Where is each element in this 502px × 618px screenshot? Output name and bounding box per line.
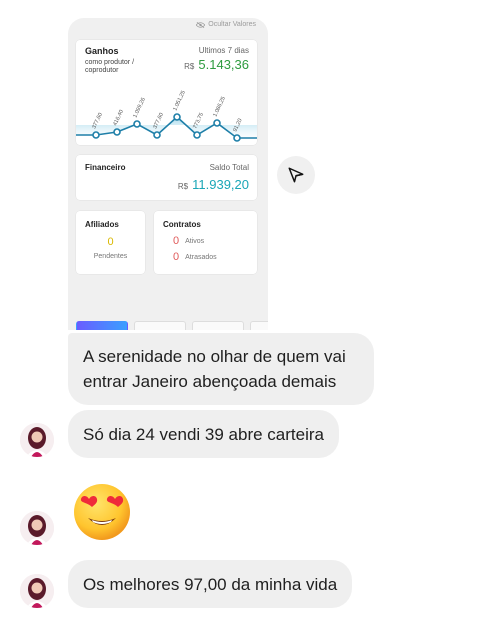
share-button[interactable] [277, 156, 315, 194]
contracts-title: Contratos [163, 220, 201, 229]
chart-point [113, 128, 121, 136]
tab[interactable] [250, 321, 268, 330]
gains-title: Ganhos [85, 46, 119, 56]
tab[interactable] [134, 321, 186, 330]
chart-value-label: 416,40 [112, 109, 125, 127]
avatar[interactable] [20, 574, 54, 608]
financial-currency: R$ [177, 182, 189, 191]
profile-photo [20, 574, 54, 608]
chart-point [133, 120, 141, 128]
affiliates-label: Pendentes [93, 253, 128, 260]
financial-card[interactable]: Financeiro Saldo Total R$ 11.939,20 [76, 155, 257, 200]
avatar[interactable] [20, 423, 54, 457]
bottom-tabs [76, 321, 268, 330]
gains-card[interactable]: Ganhos como produtor / coprodutor Ultimo… [76, 40, 257, 145]
contracts-late-count: 0 [173, 251, 180, 263]
contracts-active-count: 0 [173, 235, 180, 247]
profile-photo [20, 511, 54, 545]
heart-eyes-emoji-icon[interactable] [72, 482, 132, 542]
gains-subtitle: como produtor / coprodutor [85, 59, 135, 74]
shared-dashboard-screenshot[interactable]: Ocultar Valores Ganhos como produtor / c… [68, 18, 268, 330]
avatar[interactable] [20, 511, 54, 545]
financial-title: Financeiro [85, 163, 126, 172]
contracts-active-row: 0 Ativos [173, 235, 204, 247]
affiliates-card[interactable]: Afiliados 0 Pendentes [76, 211, 145, 274]
contracts-active-label: Ativos [185, 237, 205, 245]
affiliates-title: Afiliados [85, 220, 119, 229]
message-bubble[interactable]: Os melhores 97,00 da minha vida [68, 560, 353, 608]
chart-value-label: 1.051,25 [172, 90, 186, 112]
chart-value-label: 1.086,25 [212, 96, 226, 118]
tab[interactable] [192, 321, 244, 330]
gains-sparkline: 377,60 416,40 1.099,26377,601.051,25773,75… [76, 90, 257, 142]
hide-values-label: Ocultar Valores [208, 21, 256, 28]
paper-plane-icon [288, 167, 304, 183]
hide-values-toggle[interactable]: Ocultar Valores [196, 21, 256, 28]
financial-label: Saldo Total [209, 163, 249, 172]
contracts-late-row: 0 Atrasados [173, 251, 217, 263]
chart-value-label: 1.099,26 [132, 97, 146, 119]
contracts-card[interactable]: Contratos 0 Ativos 0 Atrasados [154, 211, 257, 274]
tab-active[interactable] [76, 321, 128, 330]
chart-point [193, 131, 201, 139]
chart-point [173, 113, 181, 121]
message-bubble[interactable]: A serenidade no olhar de quem vai entrar… [68, 333, 374, 405]
profile-photo [20, 423, 54, 457]
chart-point [92, 131, 100, 139]
gains-period: Ultimos 7 dias [198, 46, 249, 55]
gains-amount: R$ 5.143,36 [184, 57, 249, 72]
contracts-late-label: Atrasados [185, 253, 217, 261]
affiliates-count: 0 [107, 236, 114, 248]
eye-slash-icon [196, 21, 206, 28]
chart-point [233, 134, 241, 142]
financial-value: 11.939,20 [192, 177, 249, 192]
gains-currency: R$ [184, 62, 195, 71]
message-bubble[interactable]: Só dia 24 vendi 39 abre carteira [68, 410, 339, 458]
financial-amount: R$ 11.939,20 [178, 177, 249, 192]
chart-point [213, 119, 221, 127]
gains-value: 5.143,36 [198, 57, 249, 72]
chart-point [153, 131, 161, 139]
